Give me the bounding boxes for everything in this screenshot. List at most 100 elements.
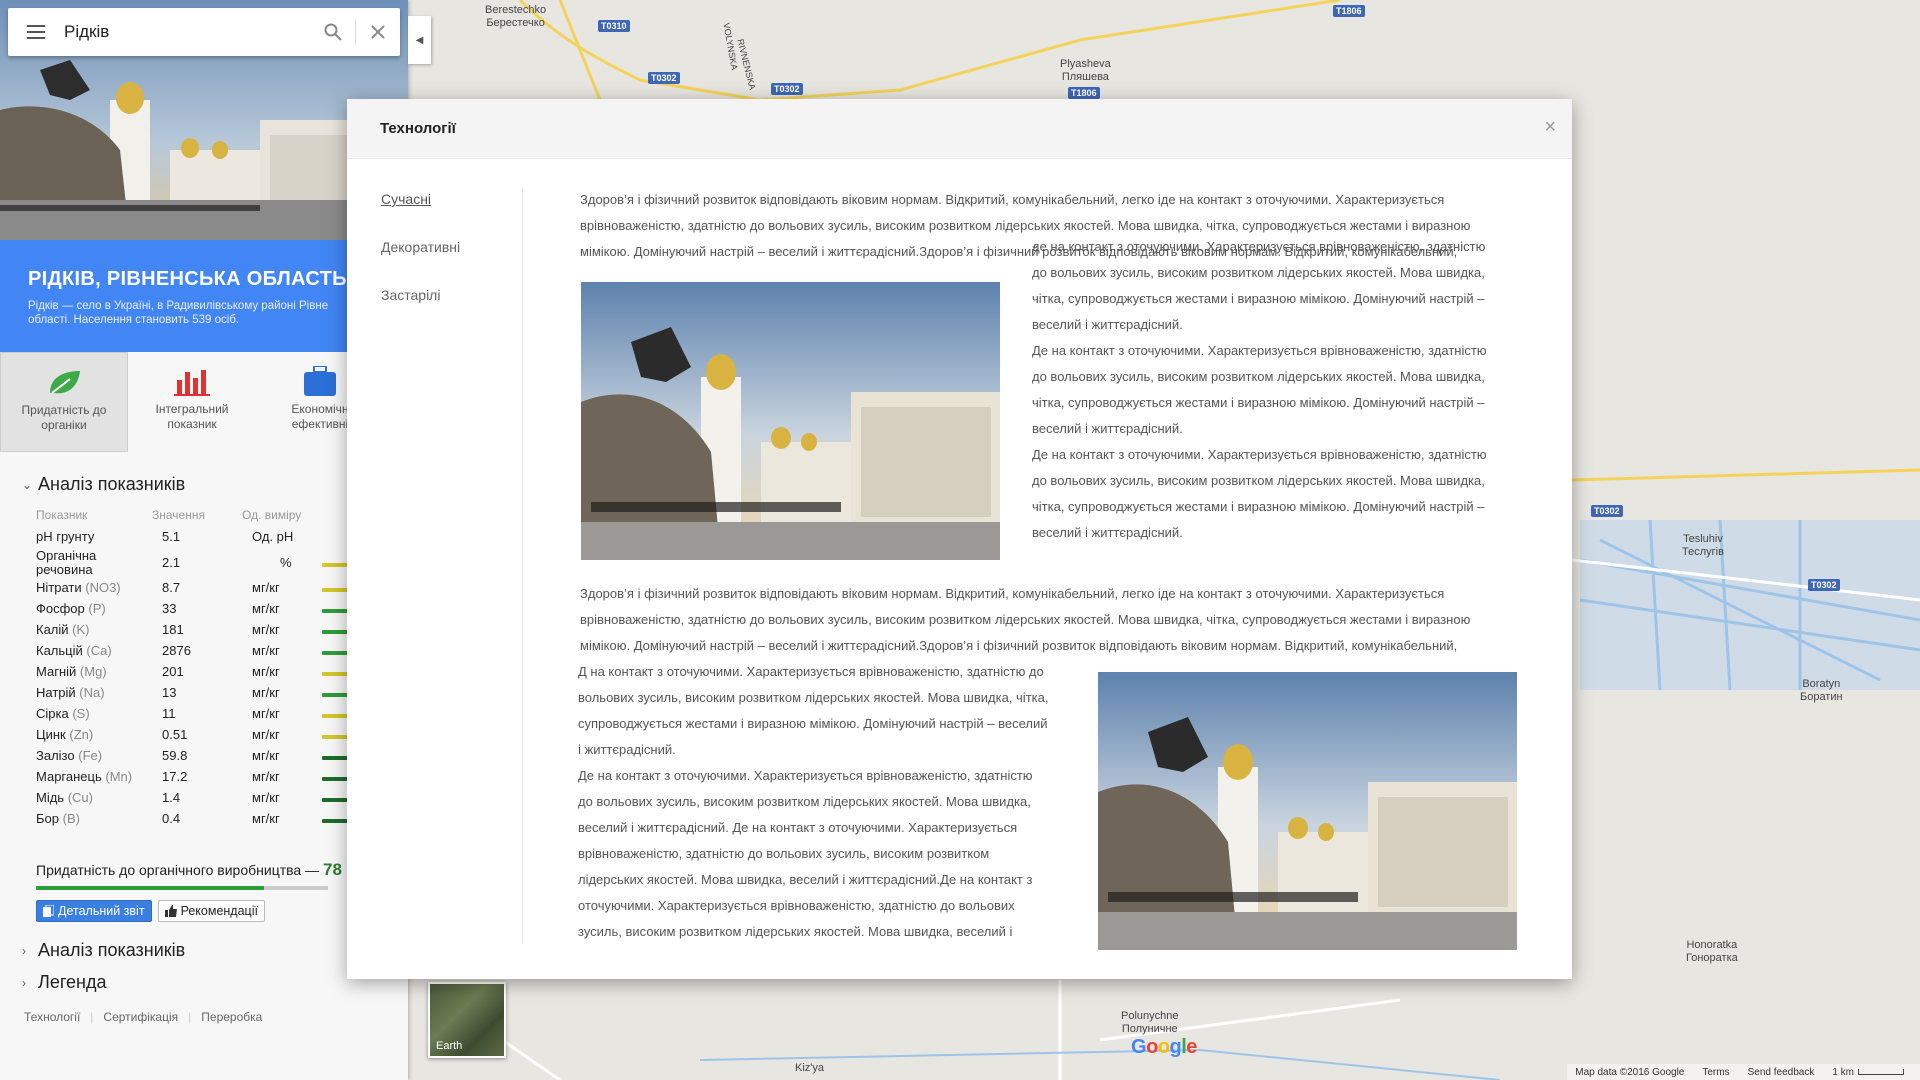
- dialog-nav: Сучасні Декоративні Застарілі: [381, 191, 521, 335]
- text-line: веселий і життєрадісний. Де на контакт з…: [578, 820, 1018, 835]
- search-input[interactable]: [64, 22, 311, 42]
- table-row: Кальцій (Ca) 2876 мг/кг: [36, 640, 352, 661]
- road-badge: T1806: [1333, 5, 1365, 17]
- nav-outdated[interactable]: Застарілі: [381, 287, 521, 335]
- indicator-name: Нітрати (NO3): [36, 580, 121, 595]
- table-row: Цинк (Zn) 0.51 мг/кг: [36, 724, 352, 745]
- table-row: Марганець (Mn) 17.2 мг/кг: [36, 766, 352, 787]
- google-logo: Google: [1131, 1036, 1197, 1058]
- text-line: мімікою. Домінуючий настрій – веселий і …: [580, 638, 1458, 653]
- chevron-right-icon: ›: [22, 943, 26, 958]
- table-row: Бор (B) 0.4 мг/кг: [36, 808, 352, 829]
- text-line: зусиль, високим розвитком лідерських яко…: [578, 924, 1013, 939]
- indicator-name: Цинк (Zn): [36, 727, 94, 742]
- indicator-unit: Од. pH: [252, 529, 294, 544]
- table-row: Сірка (S) 11 мг/кг: [36, 703, 352, 724]
- footer-link-technologies[interactable]: Технології: [24, 1010, 80, 1024]
- integral-indicator-button[interactable]: Інтегральний показник: [128, 352, 256, 452]
- table-row: Органічна речовина 2.1%: [36, 547, 352, 577]
- column-header: Значення: [152, 508, 205, 522]
- indicator-value: 13: [162, 685, 177, 700]
- footer-link-certification[interactable]: Сертифікація: [103, 1010, 178, 1024]
- send-feedback-link[interactable]: Send feedback: [1748, 1067, 1815, 1078]
- analysis-section-header[interactable]: ⌄ Аналіз показників: [22, 474, 185, 495]
- text-line: Здоров’я і фізичний розвиток відповідают…: [580, 586, 1445, 601]
- technologies-dialog: Технології × Сучасні Декоративні Застарі…: [347, 99, 1572, 979]
- indicator-value: 59.8: [162, 748, 188, 763]
- monument-photo-1: [581, 282, 1000, 560]
- indicator-unit: мг/кг: [252, 601, 280, 616]
- text-line: до вольових зусиль, високим розвитком лі…: [1032, 473, 1485, 488]
- text-line: до вольових зусиль, високим розвитком лі…: [578, 794, 1031, 809]
- table-row: Магній (Mg) 201 мг/кг: [36, 661, 352, 682]
- terms-link[interactable]: Terms: [1702, 1067, 1729, 1078]
- nav-divider: [522, 189, 523, 944]
- briefcase-icon: [304, 366, 336, 396]
- road-badge: T0302: [1808, 579, 1840, 591]
- monument-photo-2: [1098, 672, 1517, 950]
- chevron-down-icon: ⌄: [22, 477, 33, 492]
- nav-modern[interactable]: Сучасні: [381, 191, 521, 239]
- dialog-title: Технології: [380, 120, 456, 137]
- collapse-panel-button[interactable]: ◀: [408, 16, 431, 64]
- caret-left-icon: ◀: [415, 34, 424, 46]
- indicator-value: 11: [162, 706, 176, 721]
- detailed-report-button[interactable]: Детальний звіт: [36, 900, 152, 922]
- text-line: Де на контакт з оточуючими. Характеризує…: [1032, 447, 1487, 462]
- indicator-unit: мг/кг: [252, 622, 280, 637]
- earth-view-toggle[interactable]: Earth: [428, 982, 506, 1058]
- indicator-value: 5.1: [162, 529, 181, 544]
- indicator-unit: мг/кг: [252, 643, 280, 658]
- map-attribution: Map data ©2016 Google: [1575, 1066, 1685, 1078]
- indicator-name: Калій (K): [36, 622, 90, 637]
- table-row: Калій (K) 181 мг/кг: [36, 619, 352, 640]
- table-row: Мідь (Cu) 1.4 мг/кг: [36, 787, 352, 808]
- table-row: Залізо (Fe) 59.8 мг/кг: [36, 745, 352, 766]
- dialog-close-icon[interactable]: ×: [1544, 117, 1556, 137]
- text-line: Д на контакт з оточуючими. Характеризуєт…: [578, 664, 1044, 679]
- text-line: вольових зусиль, високим розвитком лідер…: [578, 690, 1049, 705]
- dialog-header: Технології: [347, 99, 1572, 159]
- footer-link-processing[interactable]: Переробка: [201, 1010, 262, 1024]
- report-buttons: Детальний звіт Рекомендації: [36, 900, 265, 922]
- text-line: до вольових зусиль, високим розвитком лі…: [1032, 265, 1485, 280]
- indicator-name: Марганець (Mn): [36, 769, 133, 784]
- map-place-boratyn: Boratyn Боратин: [1800, 678, 1843, 703]
- column-header: Показник: [36, 508, 88, 522]
- column-header: Од. виміру: [242, 508, 302, 522]
- search-icon[interactable]: [311, 23, 355, 41]
- close-icon[interactable]: [356, 25, 400, 39]
- menu-icon[interactable]: [8, 25, 64, 39]
- text-line: до вольових зусиль, високим розвитком лі…: [1032, 369, 1485, 384]
- recommendations-button[interactable]: Рекомендації: [157, 900, 265, 922]
- indicator-name: Фосфор (P): [36, 601, 106, 616]
- table-row: Нітрати (NO3) 8.7 мг/кг: [36, 577, 352, 598]
- indicator-value: 8.7: [162, 580, 181, 595]
- text-line: врівноваженістю, здатністю до вольових з…: [580, 612, 1471, 627]
- scale[interactable]: 1 km: [1832, 1067, 1904, 1078]
- indicator-name: Мідь (Cu): [36, 790, 93, 805]
- text-line: оточуючими. Характеризується врівноважен…: [578, 898, 1015, 913]
- indicator-name: Магній (Mg): [36, 664, 107, 679]
- suitability-summary: Придатність до органічного виробництва —…: [36, 860, 342, 879]
- text-line: веселий і життєрадісний.: [1032, 421, 1183, 436]
- road-badge: T1806: [1068, 87, 1100, 99]
- nav-decorative[interactable]: Декоративні: [381, 239, 521, 287]
- chevron-right-icon: ›: [22, 975, 26, 990]
- text-line: веселий і життєрадісний.: [1032, 317, 1183, 332]
- indicator-value: 2876: [162, 643, 191, 658]
- text-line: супроводжується жестами і виразною мімік…: [578, 716, 1048, 731]
- text-line: Здоров’я і фізичний розвиток відповідают…: [580, 192, 1445, 207]
- analysis-collapsed-header[interactable]: › Аналіз показників: [22, 940, 185, 961]
- map-place-tesluhiv: Tesluhiv Теслугів: [1682, 533, 1724, 558]
- legend-collapsed-header[interactable]: › Легенда: [22, 972, 106, 993]
- indicator-unit: %: [280, 554, 292, 570]
- text-line: чітка, супроводжується жестами і виразно…: [1032, 291, 1485, 306]
- map-footer: Map data ©2016 Google Terms Send feedbac…: [1567, 1064, 1920, 1080]
- map-place-kizya: Kiz'ya: [795, 1062, 824, 1074]
- organic-suitability-button[interactable]: Придатність до органіки: [0, 352, 128, 452]
- indicator-value: 17.2: [162, 769, 188, 784]
- copy-icon: [43, 905, 54, 917]
- text-line: Де на контакт з оточуючими. Характеризує…: [578, 768, 1033, 783]
- indicator-unit: мг/кг: [252, 685, 280, 700]
